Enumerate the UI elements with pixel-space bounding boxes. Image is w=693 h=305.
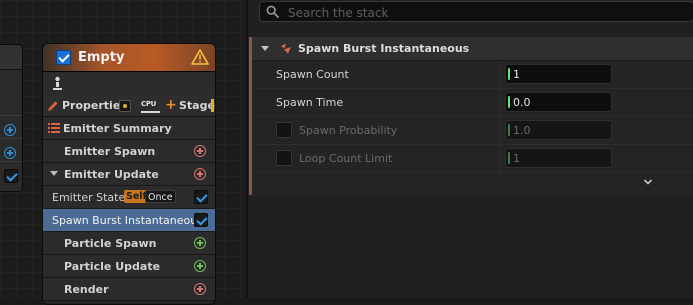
emitter-enable-checkbox[interactable] <box>56 50 71 65</box>
add-module-icon[interactable] <box>4 147 16 159</box>
param-label: Loop Count Limit <box>299 152 393 165</box>
column-divider[interactable] <box>500 117 501 144</box>
add-module-icon[interactable] <box>4 124 16 136</box>
param-label: Spawn Count <box>276 68 349 81</box>
search-icon <box>266 5 279 18</box>
render-label: Render <box>64 283 109 296</box>
add-module-icon[interactable] <box>194 260 206 272</box>
divider <box>0 138 22 139</box>
collapse-arrow-icon[interactable] <box>50 171 58 176</box>
particle-spawn-row[interactable]: Particle Spawn <box>43 232 215 255</box>
loop-count-limit-checkbox[interactable] <box>276 150 292 166</box>
stage-label[interactable]: Stage <box>179 99 215 112</box>
chevron-down-icon[interactable] <box>643 178 653 186</box>
param-row: Spawn Probability 1.0 <box>252 117 693 145</box>
stage-indicator <box>211 99 214 112</box>
spawn-burst-label: Spawn Burst Instantaneous <box>52 214 203 227</box>
param-label: Spawn Probability <box>299 124 398 137</box>
param-row: Loop Count Limit 1 <box>252 145 693 173</box>
param-row: Spawn Count 1 <box>252 61 693 89</box>
emitter-node[interactable]: Empty Properties CPU + Stage Emitter Sum… <box>42 43 216 305</box>
enable-checkbox[interactable] <box>4 169 18 183</box>
search-input[interactable] <box>286 3 690 22</box>
local-space-icon <box>119 100 131 112</box>
emitter-summary-row[interactable]: Emitter Summary <box>43 117 215 140</box>
collapse-arrow-icon[interactable] <box>261 46 269 51</box>
section-footer[interactable] <box>252 175 693 194</box>
add-stage-icon[interactable]: + <box>165 98 177 112</box>
emitter-state-row[interactable]: Emitter State Self Once <box>43 186 215 209</box>
list-icon <box>48 123 60 133</box>
spawn-time-field[interactable]: 0.0 <box>505 92 612 112</box>
divider <box>0 115 22 116</box>
spawn-probability-field[interactable]: 1.0 <box>505 120 612 140</box>
column-divider[interactable] <box>500 145 501 172</box>
section-header[interactable]: Spawn Burst Instantaneous <box>252 37 693 61</box>
once-tag: Once <box>145 190 176 203</box>
particle-update-row[interactable]: Particle Update <box>43 255 215 278</box>
emitter-update-row[interactable]: Emitter Update <box>43 163 215 186</box>
emitter-summary-label: Emitter Summary <box>63 122 172 135</box>
param-label: Spawn Time <box>276 96 344 109</box>
person-icon <box>53 76 62 90</box>
column-divider[interactable] <box>500 61 501 88</box>
emitter-spawn-row[interactable]: Emitter Spawn <box>43 140 215 163</box>
spawn-burst-row[interactable]: Spawn Burst Instantaneous <box>43 209 215 232</box>
emitter-state-label: Emitter State <box>52 191 126 204</box>
pencil-icon <box>48 101 58 111</box>
param-row: Spawn Time 0.0 <box>252 89 693 117</box>
module-enable-checkbox[interactable] <box>194 190 208 204</box>
burst-module-icon <box>281 43 291 54</box>
emitter-thumbnail-row <box>43 72 215 96</box>
spawn-count-field[interactable]: 1 <box>505 64 612 84</box>
cpu-label: CPU <box>141 100 157 108</box>
emitter-node-header[interactable]: Empty <box>43 44 215 72</box>
loop-count-limit-field[interactable]: 1 <box>505 148 612 168</box>
column-divider[interactable] <box>500 89 501 116</box>
section-title: Spawn Burst Instantaneous <box>298 42 470 55</box>
add-module-icon[interactable] <box>194 145 206 157</box>
add-module-icon[interactable] <box>194 283 206 295</box>
divider <box>0 161 22 162</box>
adjacent-node-header <box>0 45 22 70</box>
particle-update-label: Particle Update <box>64 260 161 273</box>
spawn-probability-checkbox[interactable] <box>276 122 292 138</box>
graph-canvas[interactable]: Empty Properties CPU + Stage Emitter Sum… <box>0 0 246 305</box>
emitter-update-label: Emitter Update <box>64 168 159 181</box>
warning-icon[interactable] <box>191 48 209 66</box>
adjacent-emitter-node[interactable] <box>0 44 23 192</box>
add-module-icon[interactable] <box>194 168 206 180</box>
stack-search-box[interactable] <box>259 1 693 22</box>
stack-panel: Spawn Burst Instantaneous Spawn Count 1 … <box>247 0 693 298</box>
cpu-icon: CPU <box>141 99 160 113</box>
emitter-title: Empty <box>78 50 125 65</box>
properties-row[interactable]: Properties CPU + Stage <box>43 95 215 117</box>
add-module-icon[interactable] <box>194 237 206 249</box>
spawn-burst-section: Spawn Burst Instantaneous Spawn Count 1 … <box>249 37 693 195</box>
particle-spawn-label: Particle Spawn <box>64 237 157 250</box>
module-enable-checkbox[interactable] <box>194 213 208 227</box>
emitter-spawn-label: Emitter Spawn <box>64 145 156 158</box>
properties-label: Properties <box>62 99 127 112</box>
